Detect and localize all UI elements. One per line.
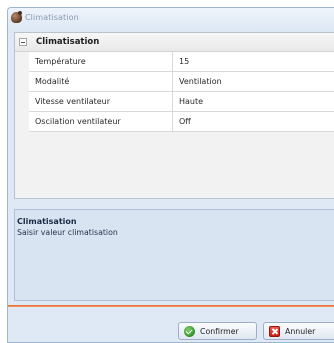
category-header[interactable]: Climatisation [15,33,334,52]
category-title: Climatisation [36,37,100,47]
property-value[interactable]: Ventilation [174,72,334,91]
climatisation-dialog: Climatisation Climatisation Température … [7,7,334,343]
confirm-button[interactable]: Confirmer [178,322,257,340]
checkmark-icon [184,325,195,337]
window-title: Climatisation [25,13,79,22]
cancel-label: Annuler [285,326,316,336]
collapse-minus-icon[interactable] [19,38,27,46]
footer-separator [8,305,334,307]
description-panel: Climatisation Saisir valeur climatisatio… [14,209,334,301]
confirm-label: Confirmer [200,326,239,336]
description-title: Climatisation [17,217,77,226]
property-row-vitesse-ventilateur[interactable]: Vitesse ventilateur Haute [29,92,334,112]
property-value[interactable]: Off [174,112,334,131]
property-grid: Climatisation Température 15 Modalité Ve… [14,32,334,199]
cancel-button[interactable]: Annuler [263,322,334,340]
property-name: Modalité [29,72,173,91]
property-name: Vitesse ventilateur [29,92,173,111]
title-bar[interactable]: Climatisation [8,8,334,33]
property-row-modalite[interactable]: Modalité Ventilation [29,72,334,92]
property-list: Température 15 Modalité Ventilation Vite… [29,52,334,132]
description-text: Saisir valeur climatisation [17,228,118,237]
property-row-temperature[interactable]: Température 15 [29,52,334,72]
property-name: Oscilation ventilateur [29,112,173,131]
property-value[interactable]: 15 [174,52,334,71]
close-icon [269,325,280,337]
app-logo-icon [11,11,22,23]
property-name: Température [29,52,173,71]
property-value[interactable]: Haute [174,92,334,111]
property-row-oscillation-ventilateur[interactable]: Oscilation ventilateur Off [29,112,334,132]
